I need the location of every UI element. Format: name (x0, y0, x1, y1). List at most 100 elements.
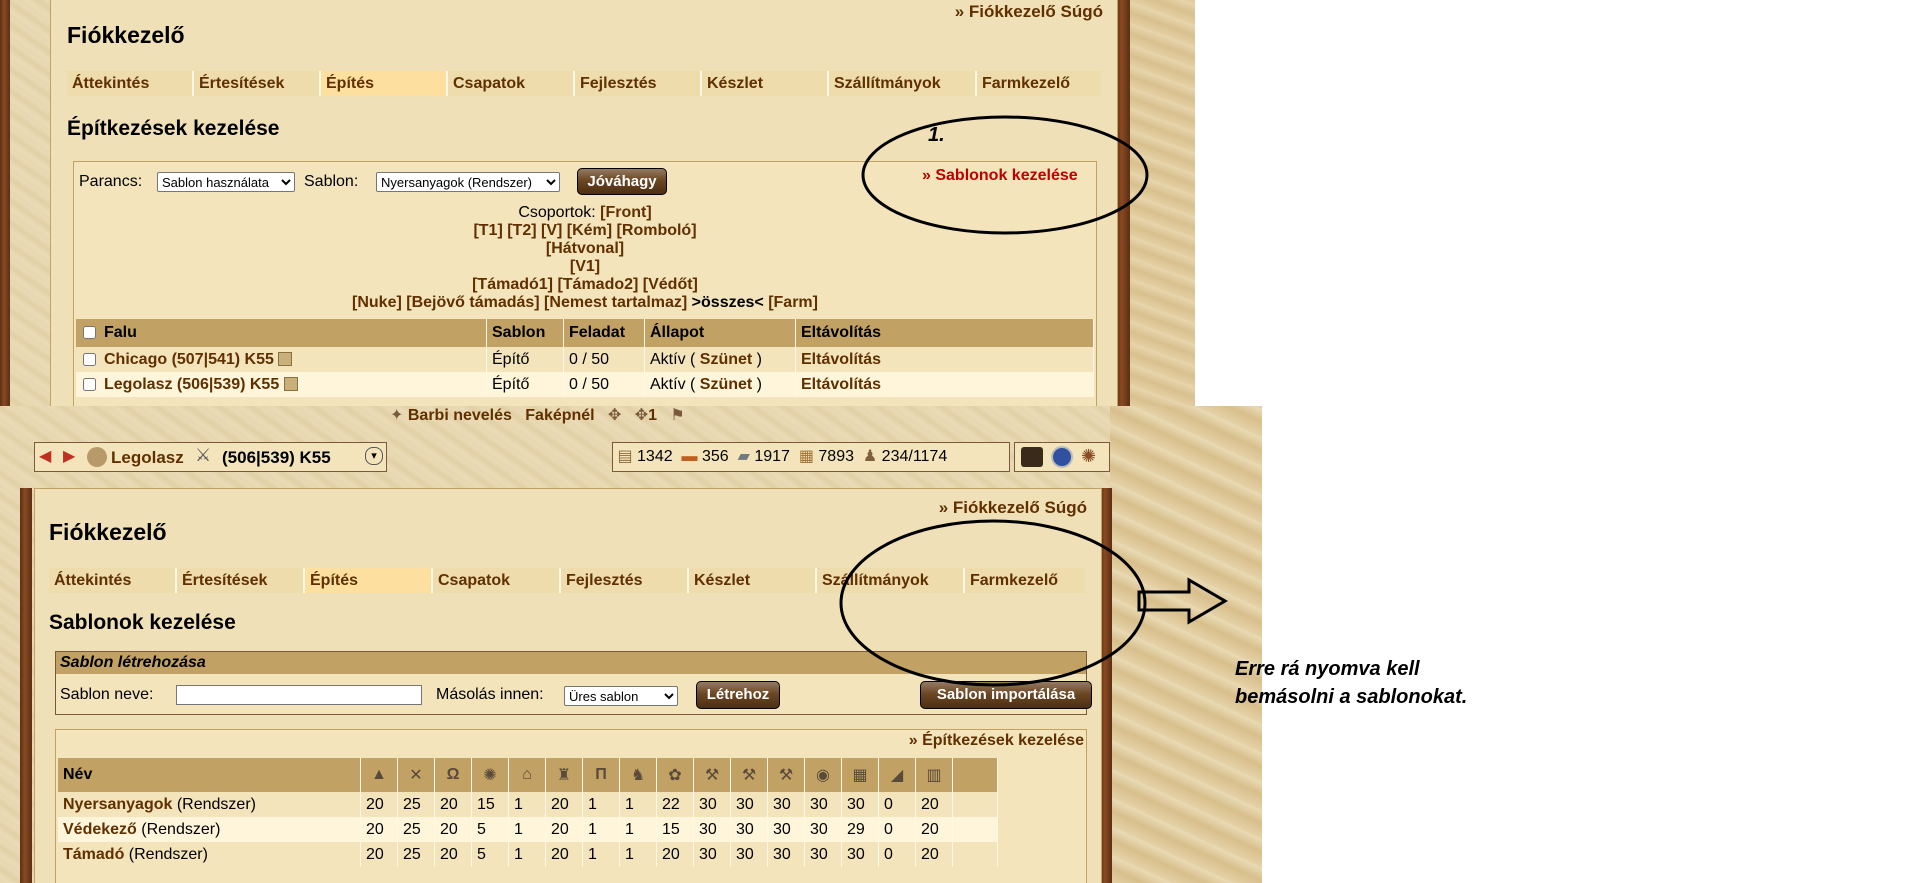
tab-overview[interactable]: Áttekintés (67, 71, 194, 96)
tab-transports[interactable]: Szállítmányok (829, 71, 977, 96)
clay-pit-icon: ⚒ (730, 758, 768, 792)
level-cell: 20 (434, 842, 472, 867)
col-task: Feladat (563, 319, 645, 347)
remove-link[interactable]: Eltávolítás (801, 351, 881, 368)
table-header-row: Falu Sablon Feladat Állapot Eltávolítás (76, 319, 1094, 347)
template-name-cell: Védekező (Rendszer) (58, 817, 361, 842)
quickbar-link[interactable]: Faképnél (525, 407, 594, 424)
level-cell: 20 (915, 842, 953, 867)
villages-table: Falu Sablon Feladat Állapot Eltávolítás … (76, 319, 1094, 397)
table-header-row: Név ▲ ✕ Ω ✺ ⌂ ♜ Π ♞ ✿ ⚒ ⚒ ⚒ ◉ ▦ ◢ ▥ (58, 758, 998, 792)
tab-notifications[interactable]: Értesítések (194, 71, 321, 96)
smithy-icon: ♜ (545, 758, 583, 792)
village-name[interactable]: Legolasz (111, 448, 184, 468)
template-name-link[interactable]: Védekező (63, 821, 137, 838)
group-link[interactable]: [V1] (570, 258, 600, 275)
template-name-label: Sablon neve: (60, 686, 154, 703)
chest-icon[interactable] (1021, 447, 1043, 467)
group-link[interactable]: [Hátvonal] (546, 240, 624, 257)
main-building-icon: ▲ (360, 758, 398, 792)
remove-link[interactable]: Eltávolítás (801, 376, 881, 393)
template-name-link[interactable]: Támadó (63, 846, 124, 863)
level-cell: 30 (804, 792, 842, 817)
group-link[interactable]: [Farm] (768, 294, 818, 311)
table-row: Támadó (Rendszer) 20 25 20 5 1 20 1 1 20 30 30 30 30 3… (58, 842, 998, 867)
village-link[interactable]: Legolasz (506|539) K55 (104, 376, 279, 393)
manage-builds-link[interactable]: » Építkezések kezelése (909, 732, 1084, 750)
groups-label: Csoportok: (518, 204, 596, 221)
copy-from-select[interactable]: Üres sablon (564, 686, 678, 706)
tab-notifications[interactable]: Értesítések (177, 568, 305, 593)
flag-icon[interactable]: ⚑ (670, 407, 684, 424)
tab-building[interactable]: Építés (305, 568, 433, 593)
command-select[interactable]: Sablon használata (157, 172, 295, 192)
level-cell: 0 (878, 792, 916, 817)
level-cell: 1 (619, 817, 657, 842)
row-template: Építő (486, 347, 564, 372)
wood-amount: 1342 (637, 448, 673, 465)
row-checkbox[interactable] (83, 352, 96, 366)
level-cell: 20 (915, 817, 953, 842)
village-link[interactable]: Chicago (507|541) K55 (104, 351, 274, 368)
bottom-screenshot: ✦ Barbi nevelés Faképnél ✥ ✥1 ⚑ ◀ ▶ Lego… (0, 406, 1262, 883)
confirm-button[interactable]: Jóváhagy (577, 168, 667, 195)
level-cell: 1 (508, 817, 546, 842)
level-cell: 20 (656, 842, 694, 867)
tab-research[interactable]: Fejlesztés (575, 71, 702, 96)
pause-link[interactable]: Szünet (700, 351, 752, 368)
tab-building[interactable]: Építés (321, 71, 448, 96)
level-cell: 30 (730, 842, 768, 867)
workshop-icon: ✺ (471, 758, 509, 792)
group-link[interactable]: [T1] [T2] [V] [Kém] [Romboló] (473, 222, 696, 239)
statue-icon: ♞ (619, 758, 657, 792)
status-text: ) (752, 350, 763, 368)
level-cell: 1 (508, 842, 546, 867)
tab-research[interactable]: Fejlesztés (561, 568, 689, 593)
level-cell: 25 (397, 842, 435, 867)
group-link[interactable]: [Nuke] [Bejövő támadás] [Nemest tartalma… (352, 294, 687, 311)
template-label: Sablon: (304, 173, 359, 190)
template-owner: (Rendszer) (124, 845, 208, 863)
level-cell: 1 (582, 792, 620, 817)
group-link[interactable]: [Támadó1] [Támado2] [Védőt] (472, 276, 698, 293)
tab-stock[interactable]: Készlet (702, 71, 829, 96)
template-owner: (Rendszer) (172, 795, 256, 813)
pause-link[interactable]: Szünet (700, 376, 752, 393)
row-checkbox[interactable] (83, 377, 96, 391)
quickbar-link[interactable]: Barbi nevelés (408, 407, 512, 424)
settings-icon[interactable]: ✺ (1081, 446, 1096, 467)
prev-village-arrow-icon[interactable]: ◀ (39, 446, 51, 466)
select-all-checkbox[interactable] (83, 326, 96, 340)
section-title: Sablonok kezelése (49, 611, 236, 634)
actions-cell (952, 842, 998, 867)
templates-box: » Építkezések kezelése Név ▲ ✕ Ω ✺ ⌂ ♜ Π ♞ ✿ ⚒ ⚒ ⚒ ◉… (55, 729, 1087, 883)
copy-from-label: Másolás innen: (436, 686, 544, 703)
next-village-arrow-icon[interactable]: ▶ (63, 446, 75, 466)
template-select[interactable]: Nyersanyagok (Rendszer) (376, 172, 560, 192)
template-name-link[interactable]: Nyersanyagok (63, 796, 172, 813)
help-link[interactable]: » Fiókkezelő Súgó (955, 2, 1103, 22)
tab-troops[interactable]: Csapatok (448, 71, 575, 96)
template-name-input[interactable] (176, 685, 422, 705)
group-all-selected: >összes< (691, 294, 764, 311)
tab-farm-manager[interactable]: Farmkezelő (977, 71, 1101, 96)
village-coords: (506|539) K55 (222, 448, 331, 467)
annotation-ellipse (839, 519, 1147, 687)
move-icon[interactable]: ✥ (635, 407, 648, 424)
row-task: 0 / 50 (563, 347, 645, 372)
group-link[interactable]: [Front] (600, 204, 652, 221)
tab-bar: Áttekintés Értesítések Építés Csapatok F… (67, 71, 1101, 96)
create-button[interactable]: Létrehoz (696, 681, 780, 709)
premium-icon[interactable] (1051, 446, 1073, 468)
tab-stock[interactable]: Készlet (689, 568, 817, 593)
level-cell: 20 (434, 792, 472, 817)
tab-troops[interactable]: Csapatok (433, 568, 561, 593)
tab-overview[interactable]: Áttekintés (49, 568, 177, 593)
dropdown-icon[interactable]: ▾ (365, 447, 383, 465)
grid-icon[interactable] (283, 377, 298, 392)
annotation-text-line: Erre rá nyomva kell (1235, 658, 1420, 680)
move-icon[interactable]: ✥ (608, 407, 621, 424)
quickbar-link[interactable]: 1 (648, 407, 657, 424)
table-row: Védekező (Rendszer) 20 25 20 5 1 20 1 1 15 30 30 30 3… (58, 817, 998, 842)
grid-icon[interactable] (278, 352, 293, 367)
